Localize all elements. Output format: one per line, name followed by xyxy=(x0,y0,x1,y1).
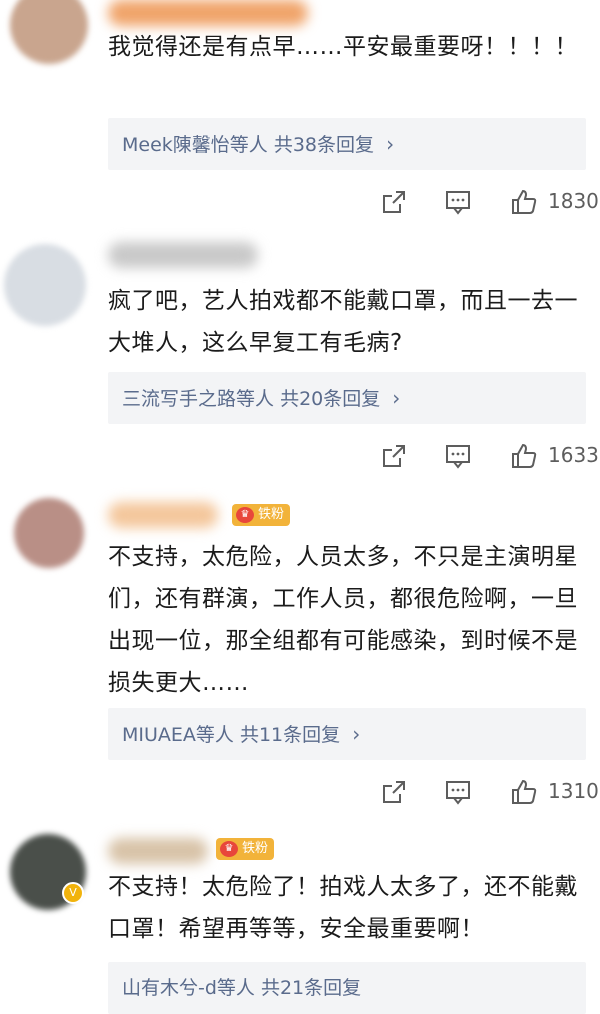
replies-names: MIUAEA等人 xyxy=(122,724,234,746)
share-icon[interactable] xyxy=(380,778,408,806)
comment-text: 不支持，太危险，人员太多，不只是主演明星们，还有群演，工作人员，都很危险啊，一旦… xyxy=(108,544,578,696)
like-count: 1310 xyxy=(548,779,599,803)
replies-names: 三流写手之路等人 xyxy=(122,388,275,410)
fan-badge: ♛ 铁粉 xyxy=(216,838,275,860)
username-blurred[interactable] xyxy=(108,0,308,26)
comment-icon[interactable] xyxy=(444,188,472,216)
like-count: 1633 xyxy=(548,443,599,467)
replies-count: 共38条回复 xyxy=(273,134,375,156)
verified-icon: V xyxy=(62,882,84,904)
comment-actions: 1310 xyxy=(370,772,600,812)
fan-badge: ♛ 铁粉 xyxy=(232,504,291,526)
like-icon[interactable] xyxy=(510,188,538,216)
comment-actions: 1830 xyxy=(370,182,600,222)
comment-icon[interactable] xyxy=(444,442,472,470)
replies-count: 共11条回复 xyxy=(239,724,341,746)
comment-text: 不支持！太危险了！拍戏人太多了，还不能戴口罩！希望再等等，安全最重要啊！ xyxy=(108,874,578,942)
comment-actions: 1633 xyxy=(370,436,600,476)
chevron-right-icon: › xyxy=(392,386,401,410)
username-blurred[interactable] xyxy=(108,242,258,268)
like-count: 1830 xyxy=(548,189,599,213)
crown-icon: ♛ xyxy=(236,507,254,523)
replies-link[interactable]: MIUAEA等人 共11条回复 › xyxy=(108,708,586,760)
replies-link[interactable]: Meek陳馨怡等人 共38条回复 › xyxy=(108,118,586,170)
replies-names: 山有木兮-d等人 xyxy=(122,977,255,999)
comment-icon[interactable] xyxy=(444,778,472,806)
comment-text: 疯了吧，艺人拍戏都不能戴口罩，而且一去一大堆人，这么早复工有毛病? xyxy=(108,288,578,356)
replies-link[interactable]: 三流写手之路等人 共20条回复 › xyxy=(108,372,586,424)
like-icon[interactable] xyxy=(510,442,538,470)
crown-icon: ♛ xyxy=(220,841,238,857)
like-icon[interactable] xyxy=(510,778,538,806)
username-blurred[interactable] xyxy=(108,838,208,864)
replies-link[interactable]: 山有木兮-d等人 共21条回复 xyxy=(108,962,586,1014)
avatar[interactable] xyxy=(10,0,88,64)
share-icon[interactable] xyxy=(380,188,408,216)
avatar[interactable] xyxy=(4,244,86,326)
comment-text: 我觉得还是有点早……平安最重要呀！！！！ xyxy=(108,34,578,60)
share-icon[interactable] xyxy=(380,442,408,470)
avatar[interactable] xyxy=(14,498,84,568)
chevron-right-icon: › xyxy=(352,722,361,746)
replies-names: Meek陳馨怡等人 xyxy=(122,134,268,156)
username-blurred[interactable] xyxy=(108,502,218,528)
replies-count: 共20条回复 xyxy=(280,388,381,410)
chevron-right-icon: › xyxy=(386,132,395,156)
replies-count: 共21条回复 xyxy=(260,977,362,999)
